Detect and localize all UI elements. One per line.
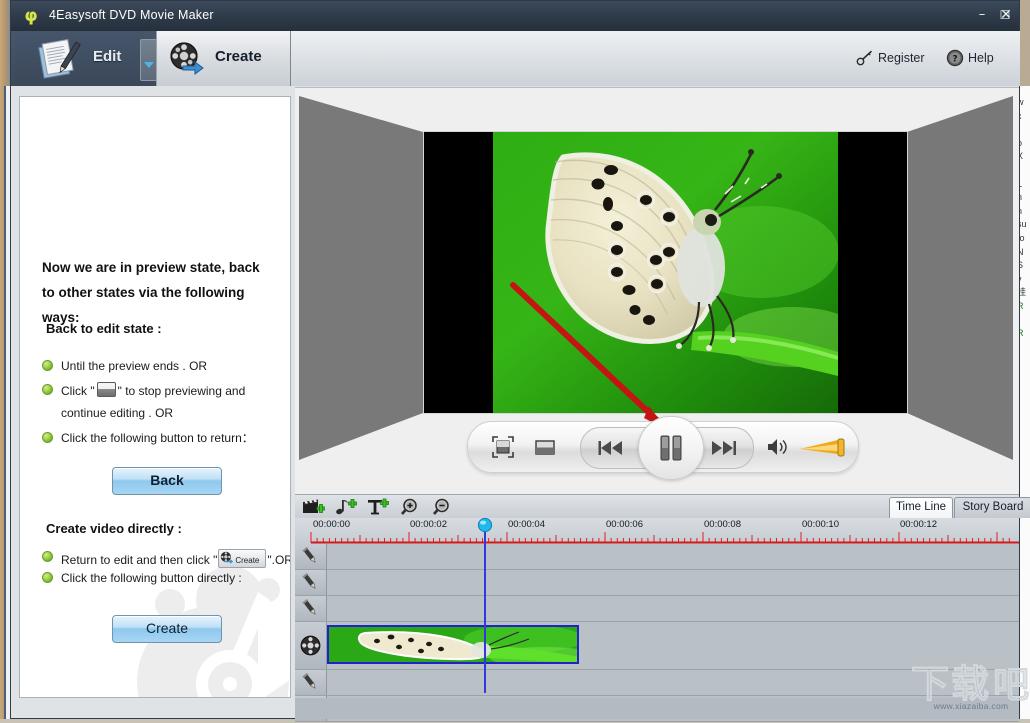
- mode-toolbar: Register ? Help: [11, 31, 1019, 86]
- bullet-text: Until the preview ends . OR: [61, 358, 291, 374]
- svg-text:?: ?: [952, 55, 957, 65]
- track-row[interactable]: [295, 570, 1019, 596]
- close-button[interactable]: ✕: [996, 5, 1016, 25]
- track-body[interactable]: [327, 570, 1019, 595]
- track-body[interactable]: [327, 596, 1019, 621]
- stop-button-icon: [97, 382, 116, 397]
- watermark-url: www.xiazaiba.com: [909, 701, 1030, 711]
- timeline-clip[interactable]: [327, 625, 579, 664]
- bullet-text-pre: Return to edit and then click ": [61, 553, 217, 567]
- question-mark-icon: ?: [946, 49, 964, 67]
- section-create-video: Create video directly :: [46, 521, 182, 536]
- panel-title: Now we are in preview state, back to oth…: [42, 255, 274, 330]
- section-back-to-edit: Back to edit state :: [46, 321, 162, 336]
- add-video-icon[interactable]: [303, 498, 325, 516]
- window-title: 4Easysoft DVD Movie Maker: [49, 8, 214, 22]
- pen-track-icon: [300, 547, 321, 566]
- track-row[interactable]: [295, 544, 1019, 570]
- tab-create-label: Create: [215, 48, 262, 65]
- key-icon: [856, 49, 874, 67]
- back-button[interactable]: Back: [112, 467, 222, 495]
- bullet-dot-icon: [42, 384, 53, 395]
- bullet-dot-icon: [42, 572, 53, 583]
- butterfly-clip-thumbnail: [329, 627, 579, 663]
- ruler-label: 00:00:08: [704, 519, 741, 530]
- ruler-label: 00:00:00: [313, 519, 350, 530]
- add-audio-icon[interactable]: [335, 498, 357, 516]
- volume-slider-icon[interactable]: [800, 436, 846, 458]
- track-header[interactable]: [295, 570, 327, 595]
- minimize-button[interactable]: –: [972, 5, 992, 25]
- playhead[interactable]: [477, 518, 493, 693]
- register-label: Register: [878, 51, 925, 65]
- instruction-panel: Now we are in preview state, back to oth…: [19, 96, 291, 698]
- instruction-content: Now we are in preview state, back to oth…: [20, 97, 291, 698]
- timeline-tracks: [295, 544, 1019, 698]
- track-row-video[interactable]: [295, 622, 1019, 670]
- film-reel-arrow-icon: [220, 551, 234, 565]
- track-body[interactable]: [327, 544, 1019, 569]
- pen-track-icon: [300, 673, 321, 692]
- tab-create[interactable]: Create: [156, 31, 291, 86]
- title-bar: φ 4Easysoft DVD Movie Maker – ☐ ✕: [11, 1, 1019, 32]
- bullet-dot-icon: [42, 360, 53, 371]
- zoom-in-icon[interactable]: [401, 498, 423, 516]
- track-body[interactable]: [327, 670, 1019, 695]
- track-header[interactable]: [295, 596, 327, 621]
- pause-button[interactable]: [638, 416, 704, 480]
- ruler-label: 00:00:06: [606, 519, 643, 530]
- zoom-out-icon[interactable]: [433, 498, 455, 516]
- ruler-label: 00:00:02: [410, 519, 447, 530]
- player-control-bar: [467, 421, 859, 473]
- inline-create-label: Create: [235, 553, 259, 569]
- bullet-text: Click the following button to return：: [61, 430, 291, 446]
- timeline-ruler[interactable]: 00:00:00 00:00:02 00:00:04 00:00:06 00:0…: [295, 518, 1019, 544]
- toolbar-right-area: Register ? Help: [290, 31, 1020, 86]
- create-button[interactable]: Create: [112, 615, 222, 643]
- butterfly-on-green-leaf: [493, 132, 838, 413]
- film-reel-track-icon: [300, 635, 321, 654]
- video-preview-frame[interactable]: [424, 132, 907, 413]
- inline-create-button-icon: Create: [218, 549, 266, 568]
- bullet-continue-editing: continue editing . OR: [61, 406, 173, 420]
- timeline-toolbar: Time Line Story Board: [295, 494, 1019, 519]
- skip-previous-icon[interactable]: [597, 438, 627, 458]
- speaker-icon[interactable]: [766, 436, 790, 458]
- application-window: φ 4Easysoft DVD Movie Maker – ☐ ✕ Regist…: [10, 0, 1020, 719]
- pen-track-icon: [300, 599, 321, 618]
- film-reel-arrow-icon: [169, 41, 205, 77]
- pause-icon: [659, 435, 683, 461]
- tab-edit[interactable]: Edit: [15, 31, 145, 86]
- track-header[interactable]: [295, 544, 327, 569]
- preview-stage: [295, 87, 1019, 494]
- ruler-label: 00:00:10: [802, 519, 839, 530]
- ruler-label: 00:00:04: [508, 519, 545, 530]
- playhead-line: [484, 532, 486, 693]
- add-text-icon[interactable]: [367, 498, 389, 516]
- ruler-label: 00:00:12: [900, 519, 937, 530]
- bullet-text-pre: Click ": [61, 384, 95, 398]
- tab-story-board[interactable]: Story Board: [954, 497, 1030, 518]
- help-label: Help: [968, 51, 994, 65]
- split-screen-icon[interactable]: [534, 436, 556, 458]
- skip-next-icon[interactable]: [707, 438, 737, 458]
- fullscreen-icon[interactable]: [492, 436, 514, 458]
- tab-edit-label: Edit: [93, 48, 121, 65]
- bullet-dot-icon: [42, 551, 53, 562]
- bullet-text: Click the following button directly :: [61, 570, 291, 586]
- pen-track-icon: [300, 573, 321, 592]
- bullet-text-post: ".OR: [267, 553, 291, 567]
- bullet-text-post: to stop previewing and: [125, 384, 245, 398]
- bullet-dot-icon: [42, 432, 53, 443]
- track-header[interactable]: [295, 622, 327, 669]
- track-row[interactable]: [295, 670, 1019, 696]
- track-row[interactable]: [295, 596, 1019, 622]
- document-pencil-icon: [33, 39, 89, 79]
- app-logo-icon: φ: [21, 6, 41, 26]
- track-header[interactable]: [295, 670, 327, 695]
- tab-time-line[interactable]: Time Line: [889, 497, 953, 518]
